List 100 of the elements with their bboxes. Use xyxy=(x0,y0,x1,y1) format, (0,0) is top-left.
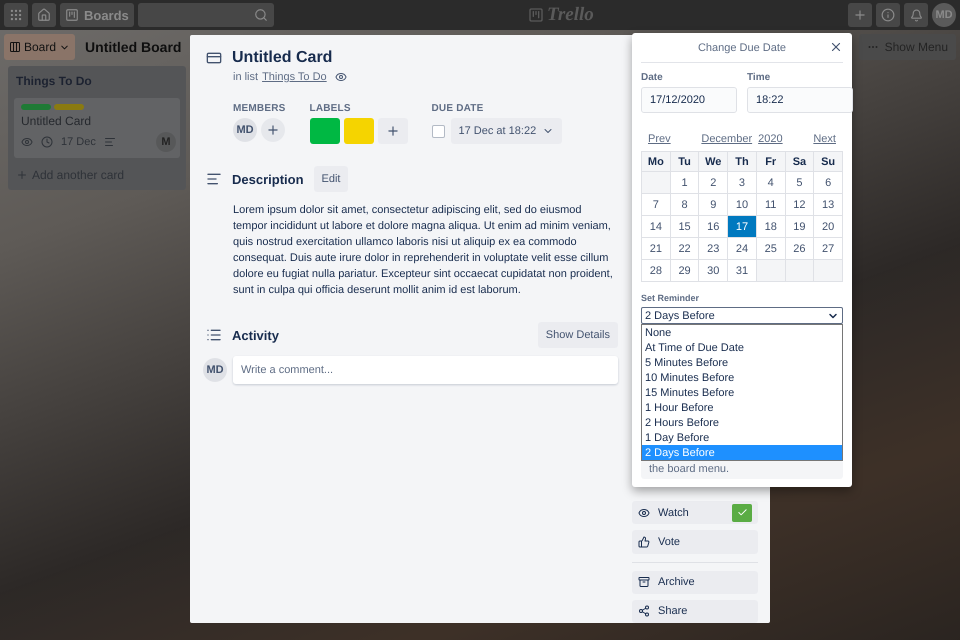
popover-title: Change Due Date xyxy=(698,42,786,54)
weekday-header: Su xyxy=(814,152,842,171)
due-date-button[interactable]: 17 Dec at 18:22 xyxy=(450,118,562,144)
reminder-note: the board menu. xyxy=(641,460,843,479)
member-avatar[interactable]: MD xyxy=(233,118,257,142)
calendar-day[interactable]: 5 xyxy=(786,172,814,193)
card-title: Untitled Card xyxy=(21,114,92,128)
date-field[interactable]: 17/12/2020 xyxy=(641,87,737,113)
sidebar-button[interactable]: Watch xyxy=(632,501,758,524)
calendar-day[interactable]: 23 xyxy=(699,238,728,259)
bell-icon xyxy=(910,8,922,22)
description-text: Lorem ipsum dolor sit amet, consectetur adipiscing elit, sed do eiusmod tempor incididunt ut labore et dolore magna aliqua. Ut enim ad minim veniam, quis nostrud exercitation ullamco laboris nisi ut aliquip ex ea commodo consequat. Duis aute irure dolor in reprehenderit in voluptate velit esse cillum dolore eu fugiat nulla pariatur. Excepteur sint occaecat cupidatat non proident, sunt in culpa qui officia deserunt mollit anim id est laborum. xyxy=(233,203,614,298)
calendar-day[interactable]: 2 xyxy=(699,172,728,193)
search-field[interactable] xyxy=(138,3,274,27)
weekday-header: Th xyxy=(728,152,756,171)
home-icon xyxy=(37,8,51,22)
calendar-day[interactable]: 22 xyxy=(670,238,698,259)
calendar-day[interactable]: 12 xyxy=(786,194,814,215)
section-title: Activity xyxy=(232,328,279,342)
sidebar-button[interactable]: Vote xyxy=(632,530,758,554)
share-icon xyxy=(638,605,650,618)
time-field[interactable]: 18:22 xyxy=(747,87,853,113)
calendar-day[interactable]: 4 xyxy=(756,172,785,193)
year-link[interactable]: 2020 xyxy=(758,133,783,145)
calendar-day[interactable]: 19 xyxy=(786,216,814,237)
calendar-day[interactable]: 27 xyxy=(814,238,842,259)
description-icon xyxy=(206,171,222,187)
apps-icon xyxy=(9,8,23,22)
board-icon xyxy=(65,8,79,22)
weekday-header: Fr xyxy=(756,152,785,171)
prev-link[interactable]: Prev xyxy=(648,133,671,145)
close-button[interactable] xyxy=(829,40,843,54)
info-icon xyxy=(881,8,895,22)
reminder-select[interactable]: 2 Days Before xyxy=(641,307,843,324)
list-link[interactable]: Things To Do xyxy=(262,71,327,83)
section-label: DUE DATE xyxy=(432,103,484,114)
month-link[interactable]: December xyxy=(701,133,752,145)
edit-button[interactable]: Edit xyxy=(314,166,348,192)
list-title: Things To Do xyxy=(15,73,93,90)
calendar-day[interactable]: 15 xyxy=(670,216,698,237)
calendar-day[interactable]: 26 xyxy=(786,238,814,259)
plus-icon xyxy=(16,169,28,181)
calendar-day[interactable]: 3 xyxy=(728,172,756,193)
calendar-day[interactable]: 8 xyxy=(670,194,698,215)
checkbox[interactable] xyxy=(432,124,445,138)
add-label-button[interactable] xyxy=(378,118,408,144)
activity-icon xyxy=(206,327,222,343)
thumbs-up-icon xyxy=(638,536,650,548)
sidebar-button[interactable]: Archive xyxy=(632,570,758,594)
label-chip[interactable] xyxy=(310,118,340,144)
clock-icon xyxy=(41,136,53,148)
calendar-day[interactable]: 16 xyxy=(699,216,728,237)
calendar-day[interactable]: 10 xyxy=(728,194,756,215)
field-label: Set Reminder xyxy=(641,293,700,303)
calendar-day[interactable]: 24 xyxy=(728,238,756,259)
calendar-day[interactable]: 6 xyxy=(814,172,842,193)
next-link[interactable]: Next xyxy=(813,133,836,145)
calendar-day[interactable]: 28 xyxy=(642,260,670,281)
calendar-day[interactable]: 11 xyxy=(756,194,785,215)
comment-field[interactable]: Write a comment... xyxy=(233,356,618,384)
calendar-day[interactable]: 31 xyxy=(728,260,756,281)
calendar-day[interactable]: 7 xyxy=(642,194,670,215)
plus-icon xyxy=(266,123,280,137)
calendar-day[interactable]: 13 xyxy=(814,194,842,215)
calendar-day[interactable]: 1 xyxy=(670,172,698,193)
calendar-day[interactable]: 20 xyxy=(814,216,842,237)
calendar-day[interactable]: 25 xyxy=(756,238,785,259)
section-label: LABELS xyxy=(310,103,352,114)
add-button[interactable] xyxy=(848,3,872,27)
eye-icon xyxy=(638,506,650,519)
weekday-header: Mo xyxy=(642,152,670,171)
calendar-day[interactable]: 17 xyxy=(728,216,756,237)
section-title: Description xyxy=(232,172,304,186)
weekday-header: We xyxy=(699,152,728,171)
calendar-day[interactable]: 18 xyxy=(756,216,785,237)
home-button[interactable] xyxy=(32,3,56,27)
info-button[interactable] xyxy=(876,3,900,27)
plus-icon xyxy=(386,124,400,138)
search-icon xyxy=(254,8,268,22)
weekday-header: Tu xyxy=(670,152,698,171)
user-avatar: MD xyxy=(203,358,227,382)
notifications-button[interactable] xyxy=(904,3,928,27)
calendar-day[interactable]: 30 xyxy=(699,260,728,281)
columns-icon xyxy=(9,41,21,53)
apps-button[interactable] xyxy=(4,3,28,27)
plus-icon xyxy=(853,8,867,22)
section-label: MEMBERS xyxy=(233,103,286,114)
calendar-day[interactable]: 29 xyxy=(670,260,698,281)
archive-icon xyxy=(638,576,650,588)
field-label: Time xyxy=(747,72,772,83)
weekday-header: Sa xyxy=(786,152,814,171)
eye-icon xyxy=(334,71,347,83)
calendar-day[interactable]: 21 xyxy=(642,238,670,259)
calendar-day[interactable]: 9 xyxy=(699,194,728,215)
show-details-button[interactable]: Show Details xyxy=(538,322,618,348)
calendar-day[interactable]: 14 xyxy=(642,216,670,237)
board-view-button[interactable]: Board xyxy=(4,34,76,60)
add-member-button[interactable] xyxy=(261,118,285,142)
close-icon xyxy=(829,40,843,54)
sidebar-button[interactable]: Share xyxy=(632,600,758,623)
